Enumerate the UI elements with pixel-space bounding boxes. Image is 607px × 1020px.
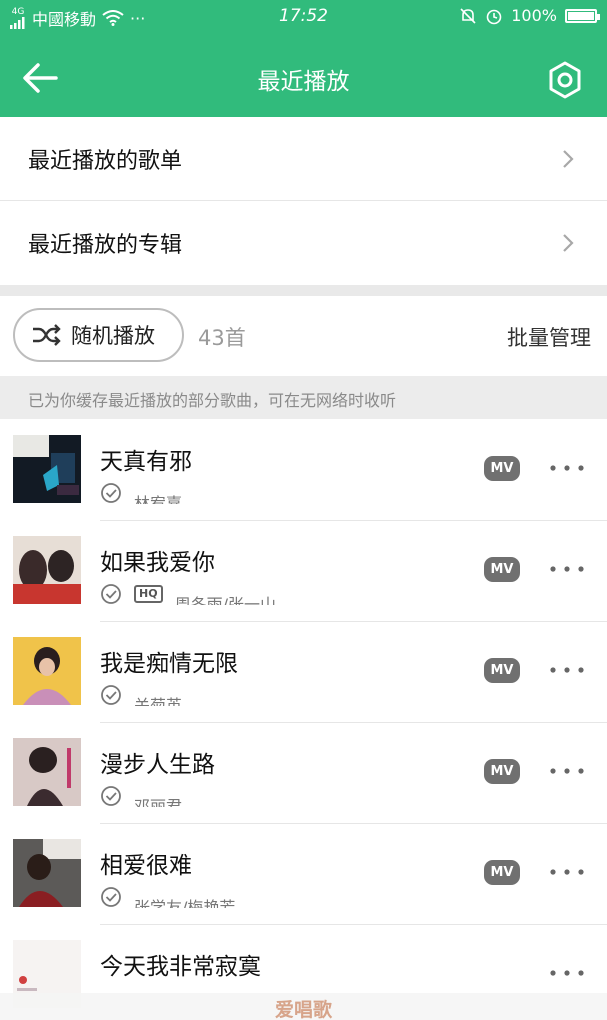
- song-meta: HQ 周冬雨/张一山: [100, 583, 420, 605]
- shuffle-play-button[interactable]: 随机播放: [13, 308, 184, 362]
- song-title: 今天我非常寂寞: [100, 954, 261, 980]
- song-row[interactable]: 漫步人生路 邓丽君 MV: [0, 723, 607, 824]
- mv-button[interactable]: MV: [484, 456, 520, 481]
- album-cover: [13, 536, 81, 604]
- hq-badge: HQ: [134, 585, 163, 603]
- song-row[interactable]: 相爱很难 张学友/梅艳芳 MV: [0, 824, 607, 925]
- mv-button[interactable]: MV: [484, 759, 520, 784]
- song-meta: 关菊英: [100, 684, 420, 706]
- batch-manage-button[interactable]: 批量管理: [507, 322, 591, 352]
- song-artist: 邓丽君: [134, 797, 183, 807]
- song-title: 相爱很难: [100, 853, 192, 879]
- mute-bell-icon: [460, 7, 476, 24]
- cache-notice: 已为你缓存最近播放的部分歌曲，可在无网络时收听: [0, 376, 607, 419]
- downloaded-check-icon: [101, 887, 121, 907]
- chevron-right-icon: [563, 234, 574, 252]
- watermark-text: 爱唱歌: [274, 999, 332, 1020]
- song-title: 我是痴情无限: [100, 651, 238, 677]
- song-meta: 林宥嘉: [100, 482, 420, 504]
- more-options-icon[interactable]: [547, 963, 587, 983]
- downloaded-check-icon: [101, 786, 121, 806]
- song-row[interactable]: 我是痴情无限 关菊英 MV: [0, 622, 607, 723]
- song-artist: 林宥嘉: [134, 494, 183, 504]
- downloaded-check-icon: [101, 483, 121, 503]
- downloaded-check-icon: [101, 685, 121, 705]
- playback-controls: 随机播放 43首 批量管理: [0, 296, 607, 376]
- cache-notice-text: 已为你缓存最近播放的部分歌曲，可在无网络时收听: [28, 391, 397, 410]
- battery-level: [568, 11, 594, 20]
- song-artist: 张学友/梅艳芳: [134, 898, 236, 908]
- song-artist: 周冬雨/张一山: [174, 595, 276, 605]
- status-bar: 4G 中國移動 ··· 17:52 100%: [0, 0, 607, 34]
- recent-playlists-label: 最近播放的歌单: [28, 149, 183, 174]
- battery-icon: [565, 8, 600, 23]
- song-meta: 张学友/梅艳芳: [100, 886, 420, 908]
- watermark: 爱唱歌: [0, 993, 607, 1020]
- more-options-icon[interactable]: [547, 862, 587, 882]
- section-gap: [0, 285, 607, 296]
- album-cover: [13, 435, 81, 503]
- song-row[interactable]: 如果我爱你 HQ 周冬雨/张一山 MV: [0, 521, 607, 622]
- more-options-icon[interactable]: [547, 660, 587, 680]
- app-header: 4G 中國移動 ··· 17:52 100% 最近播放: [0, 0, 607, 117]
- status-right: 100%: [459, 6, 600, 25]
- chevron-right-icon: [563, 150, 574, 168]
- settings-gear-icon[interactable]: [545, 60, 585, 100]
- shuffle-icon: [33, 324, 61, 346]
- page-title: 最近播放: [257, 69, 350, 95]
- song-meta: 邓丽君: [100, 785, 420, 807]
- downloaded-check-icon: [101, 584, 121, 604]
- mv-button[interactable]: MV: [484, 658, 520, 683]
- mv-button[interactable]: MV: [484, 557, 520, 582]
- battery-percent: 100%: [511, 6, 557, 25]
- recent-albums-row[interactable]: 最近播放的专辑: [0, 201, 607, 285]
- song-title: 如果我爱你: [100, 550, 215, 576]
- song-count: 43首: [198, 326, 246, 350]
- album-cover: [13, 839, 81, 907]
- mv-button[interactable]: MV: [484, 860, 520, 885]
- song-title: 漫步人生路: [100, 752, 215, 778]
- shuffle-play-label: 随机播放: [71, 324, 155, 348]
- recent-albums-label: 最近播放的专辑: [28, 233, 183, 258]
- song-title: 天真有邪: [100, 449, 192, 475]
- more-options-icon[interactable]: [547, 761, 587, 781]
- alarm-icon: [486, 9, 502, 24]
- recent-playlists-row[interactable]: 最近播放的歌单: [0, 117, 607, 201]
- nav-bar: 最近播放: [0, 34, 607, 117]
- more-options-icon[interactable]: [547, 458, 587, 478]
- song-row[interactable]: 天真有邪 林宥嘉 MV: [0, 420, 607, 521]
- more-options-icon[interactable]: [547, 559, 587, 579]
- song-artist: 关菊英: [134, 696, 183, 706]
- album-cover: [13, 637, 81, 705]
- album-cover: [13, 738, 81, 806]
